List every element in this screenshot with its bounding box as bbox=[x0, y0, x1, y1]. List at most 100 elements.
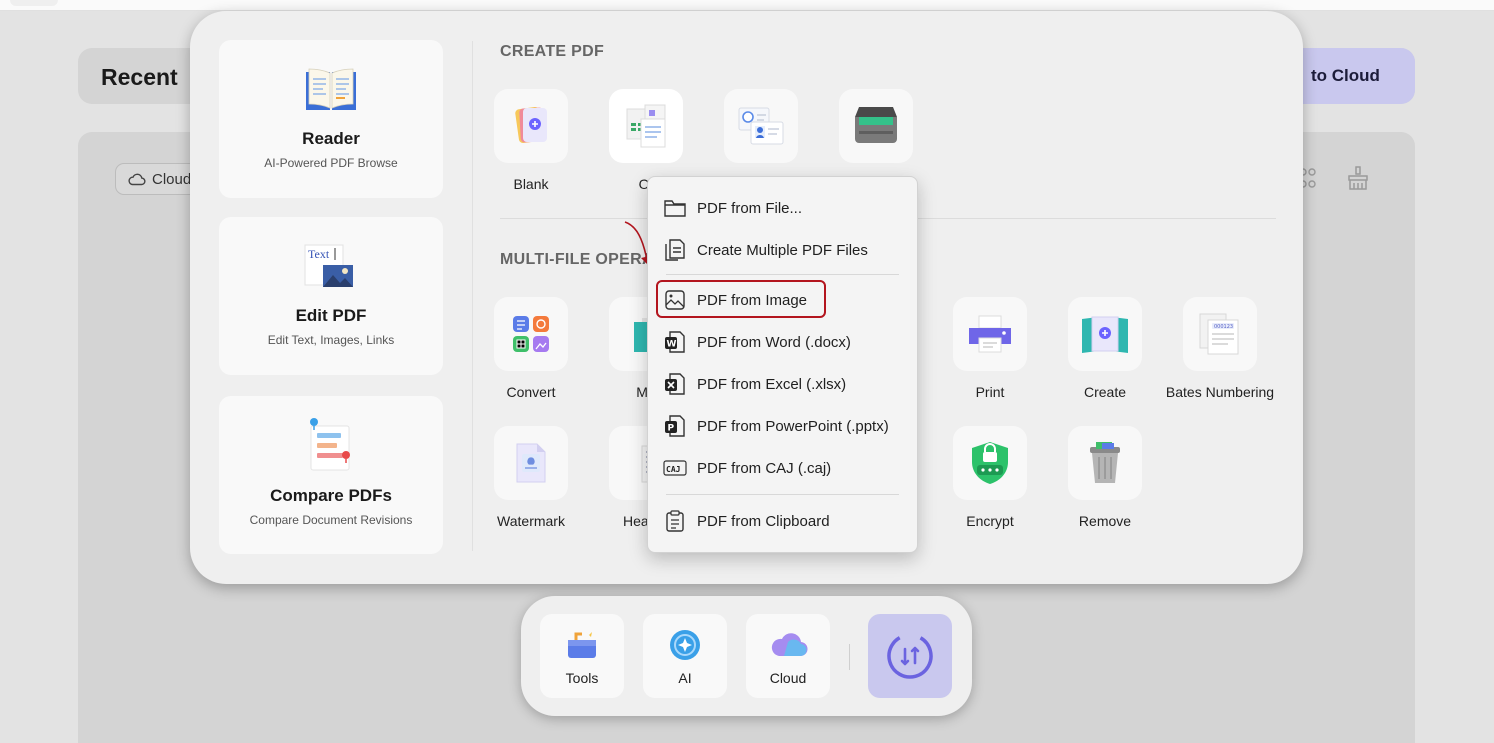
menu-item-pdf-from-file[interactable]: PDF from File... bbox=[656, 189, 908, 227]
word-icon: W bbox=[665, 331, 685, 353]
cloud-outline-icon bbox=[128, 173, 146, 186]
create-pdf-section-title: CREATE PDF bbox=[500, 43, 605, 60]
reader-card[interactable]: Reader AI-Powered PDF Browse bbox=[219, 40, 443, 198]
reader-book-icon bbox=[306, 68, 356, 110]
multiple-files-icon bbox=[665, 239, 685, 261]
caj-icon: CAJ bbox=[663, 460, 687, 476]
svg-text:Text: Text bbox=[308, 247, 330, 261]
menu-item-create-multiple[interactable]: Create Multiple PDF Files bbox=[656, 231, 908, 269]
menu-item-label: PDF from Clipboard bbox=[697, 512, 830, 530]
edit-text-icon: Text bbox=[304, 244, 353, 287]
convert-icon bbox=[513, 316, 549, 352]
menu-item-pdf-from-clipboard[interactable]: PDF from Clipboard bbox=[656, 502, 908, 540]
watermark-icon bbox=[516, 443, 546, 483]
reader-card-title: Reader bbox=[302, 129, 360, 148]
blank-page-icon bbox=[515, 107, 547, 143]
upload-to-cloud-label: to Cloud bbox=[1311, 66, 1380, 85]
menu-item-label: PDF from PowerPoint (.pptx) bbox=[697, 417, 889, 435]
dock-transfer-button[interactable] bbox=[868, 614, 952, 698]
tool-convert-tile bbox=[494, 297, 568, 371]
ai-icon bbox=[670, 630, 700, 660]
tool-bates-numbering[interactable]: 000123 Bates Numbering bbox=[1165, 297, 1275, 400]
svg-text:P: P bbox=[668, 424, 675, 434]
powerpoint-icon: P bbox=[665, 415, 685, 437]
menu-item-pdf-from-excel[interactable]: PDF from Excel (.xlsx) bbox=[656, 365, 908, 403]
cloud-chip-label: Cloud bbox=[152, 170, 192, 188]
tool-create-label: Create bbox=[1083, 384, 1127, 400]
dock-cloud-label: Cloud bbox=[769, 670, 807, 686]
tool-create[interactable]: Create bbox=[1050, 297, 1160, 400]
dock-divider bbox=[849, 644, 850, 670]
recent-title: Recent bbox=[101, 64, 178, 90]
tool-encrypt[interactable]: Encrypt bbox=[935, 426, 1045, 529]
tool-create-tile bbox=[1068, 297, 1142, 371]
bates-numbering-icon: 000123 bbox=[1199, 313, 1239, 355]
clipboard-icon bbox=[666, 510, 684, 532]
tool-watermark-label: Watermark bbox=[497, 513, 565, 529]
dock-ai-button[interactable]: AI bbox=[643, 614, 727, 698]
tool-convert[interactable]: Convert bbox=[476, 297, 586, 400]
compare-icon bbox=[310, 418, 350, 471]
menu-item-label: PDF from CAJ (.caj) bbox=[697, 459, 832, 477]
edit-pdf-card-title: Edit PDF bbox=[295, 306, 367, 325]
menu-item-pdf-from-caj[interactable]: CAJ PDF from CAJ (.caj) bbox=[656, 449, 908, 487]
folder-icon bbox=[664, 200, 686, 217]
menu-separator bbox=[666, 274, 899, 275]
tool-encrypt-label: Encrypt bbox=[966, 513, 1014, 529]
tool-blank-tile bbox=[494, 89, 568, 163]
tool-remove-label: Remove bbox=[1078, 513, 1132, 529]
tool-remove-tile bbox=[1068, 426, 1142, 500]
dock-cloud-button[interactable]: Cloud bbox=[746, 614, 830, 698]
trash-icon bbox=[1090, 442, 1120, 483]
excel-icon bbox=[665, 373, 685, 395]
tool-encrypt-tile bbox=[953, 426, 1027, 500]
shield-lock-icon bbox=[972, 442, 1008, 484]
edit-pdf-card-subtitle: Edit Text, Images, Links bbox=[267, 333, 395, 347]
tool-id-card[interactable] bbox=[706, 89, 816, 176]
svg-text:000123: 000123 bbox=[1214, 324, 1233, 330]
tool-scanner[interactable] bbox=[821, 89, 931, 176]
svg-text:CAJ: CAJ bbox=[666, 465, 680, 474]
edit-pdf-card[interactable]: Text Edit PDF Edit Text, Images, Links bbox=[219, 217, 443, 375]
tool-print[interactable]: Print bbox=[935, 297, 1045, 400]
bottom-dock: Tools AI Cloud bbox=[521, 596, 972, 716]
other-docs-icon bbox=[626, 104, 666, 148]
create-icon bbox=[1082, 316, 1128, 353]
menu-item-label: Create Multiple PDF Files bbox=[697, 241, 868, 259]
tool-id-card-tile bbox=[724, 89, 798, 163]
sidebar-divider bbox=[472, 41, 473, 551]
menu-item-pdf-from-word[interactable]: W PDF from Word (.docx) bbox=[656, 323, 908, 361]
tool-watermark[interactable]: Watermark bbox=[476, 426, 586, 529]
menu-item-label: PDF from File... bbox=[697, 199, 803, 217]
window-tab[interactable] bbox=[10, 0, 58, 6]
tool-blank[interactable]: Blank bbox=[476, 89, 586, 192]
menu-item-label: PDF from Excel (.xlsx) bbox=[697, 375, 847, 393]
tool-other-tile bbox=[609, 89, 683, 163]
create-pdf-dropdown: PDF from File... Create Multiple PDF Fil… bbox=[647, 176, 918, 553]
dock-ai-label: AI bbox=[678, 670, 692, 686]
tool-convert-label: Convert bbox=[506, 384, 556, 400]
printer-icon bbox=[969, 315, 1011, 353]
clear-broom-icon[interactable] bbox=[1344, 164, 1372, 192]
tool-blank-label: Blank bbox=[513, 176, 549, 192]
tool-scanner-tile bbox=[839, 89, 913, 163]
id-card-icon bbox=[738, 107, 784, 145]
reader-card-subtitle: AI-Powered PDF Browse bbox=[264, 156, 398, 170]
toolbox-icon bbox=[568, 632, 596, 658]
selected-item-highlight bbox=[656, 280, 826, 318]
tool-bates-numbering-label: Bates Numbering bbox=[1165, 384, 1275, 400]
transfer-icon bbox=[887, 633, 933, 679]
dock-tools-button[interactable]: Tools bbox=[540, 614, 624, 698]
svg-text:W: W bbox=[667, 340, 677, 350]
menu-item-pdf-from-powerpoint[interactable]: P PDF from PowerPoint (.pptx) bbox=[656, 407, 908, 445]
tool-remove[interactable]: Remove bbox=[1050, 426, 1160, 529]
tool-bates-numbering-tile: 000123 bbox=[1183, 297, 1257, 371]
dock-tools-label: Tools bbox=[565, 670, 599, 686]
compare-pdfs-card-subtitle: Compare Document Revisions bbox=[249, 513, 413, 527]
menu-item-label: PDF from Word (.docx) bbox=[697, 333, 851, 351]
scanner-icon bbox=[855, 107, 897, 143]
compare-pdfs-card[interactable]: Compare PDFs Compare Document Revisions bbox=[219, 396, 443, 554]
cloud-icon bbox=[771, 633, 808, 657]
compare-pdfs-card-title: Compare PDFs bbox=[270, 486, 392, 505]
tool-print-label: Print bbox=[975, 384, 1005, 400]
